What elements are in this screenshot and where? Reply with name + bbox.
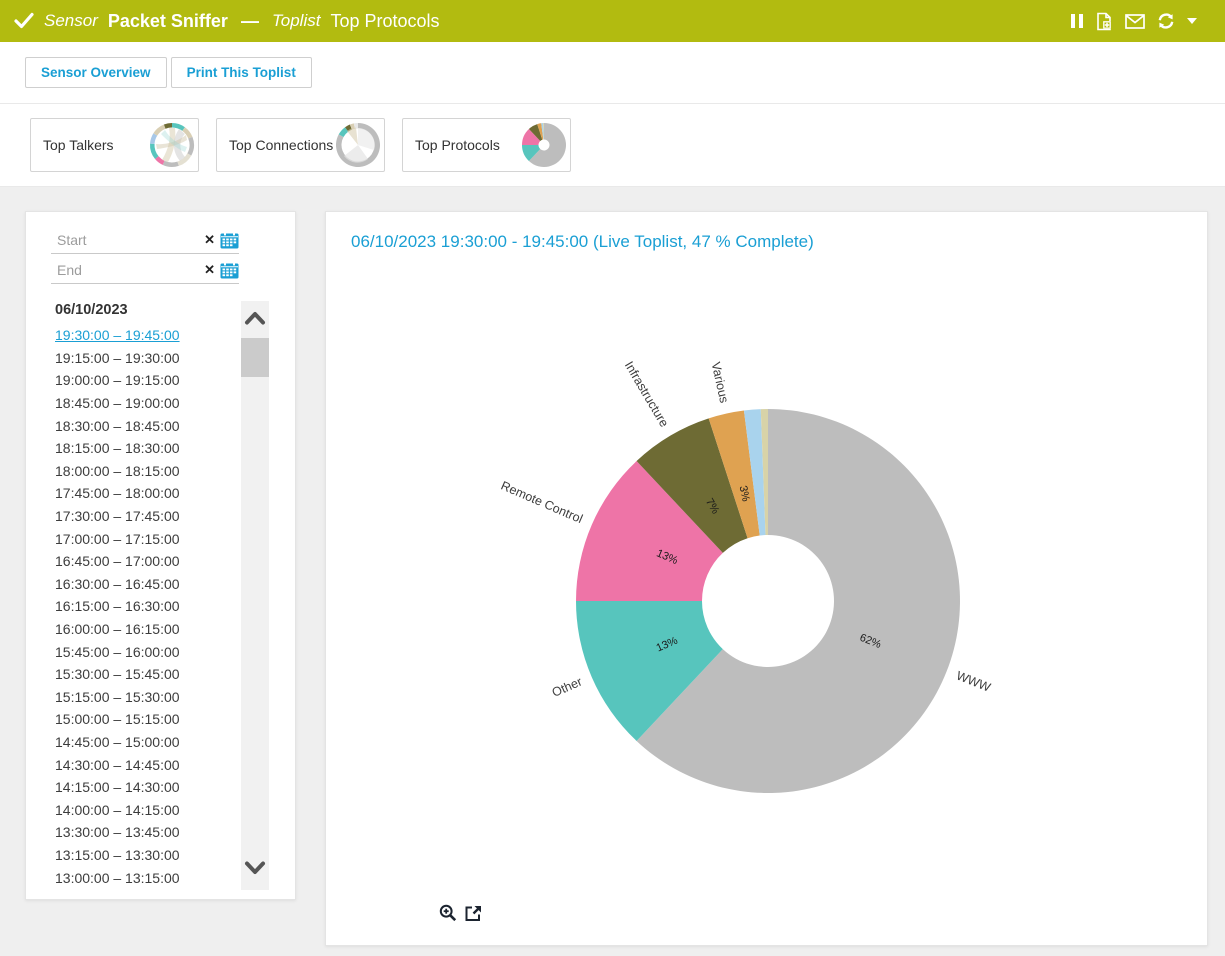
tab-label: Top Protocols <box>415 137 500 153</box>
interval-item[interactable]: 15:15:00 – 15:30:00 <box>55 686 237 709</box>
segment-name-label: Remote Control <box>499 479 585 527</box>
refresh-icon[interactable] <box>1156 12 1176 30</box>
title-separator: — <box>241 11 259 32</box>
interval-item[interactable]: 17:45:00 – 18:00:00 <box>55 482 237 505</box>
chart-footer-toolbar <box>439 904 482 922</box>
interval-item[interactable]: 18:45:00 – 19:00:00 <box>55 392 237 415</box>
clear-end-icon[interactable]: ✕ <box>204 263 215 276</box>
interval-item[interactable]: 19:30:00 – 19:45:00 <box>55 324 237 347</box>
interval-item[interactable]: 18:00:00 – 18:15:00 <box>55 460 237 483</box>
zoom-in-icon[interactable] <box>439 904 457 922</box>
end-calendar-icon[interactable] <box>220 262 239 279</box>
interval-item[interactable]: 19:00:00 – 19:15:00 <box>55 369 237 392</box>
start-date-input[interactable] <box>51 232 204 248</box>
sensor-overview-button[interactable]: Sensor Overview <box>25 57 167 88</box>
page-title: Top Protocols <box>330 11 439 32</box>
interval-filter-panel: ✕ ✕ <box>25 211 296 900</box>
toplist-tabs: Top Talkers Top Connections Top Protocol… <box>30 118 571 172</box>
interval-item[interactable]: 17:00:00 – 17:15:00 <box>55 527 237 550</box>
tab-top-connections[interactable]: Top Connections <box>216 118 385 172</box>
interval-item[interactable]: 14:45:00 – 15:00:00 <box>55 731 237 754</box>
toplist-chart-panel: 06/10/2023 19:30:00 - 19:45:00 (Live Top… <box>325 211 1208 946</box>
end-date-input[interactable] <box>51 262 204 278</box>
scroll-up-icon[interactable] <box>243 310 267 331</box>
protocols-donut-icon <box>521 122 567 168</box>
end-date-field: ✕ <box>51 257 239 284</box>
toolbar: Sensor Overview Print This Toplist <box>25 57 312 88</box>
header-actions <box>1071 12 1211 31</box>
tab-top-protocols[interactable]: Top Protocols <box>402 118 571 172</box>
open-external-icon[interactable] <box>465 905 482 922</box>
tab-top-talkers[interactable]: Top Talkers <box>30 118 199 172</box>
tab-label: Top Connections <box>229 137 333 153</box>
interval-item[interactable]: 14:30:00 – 14:45:00 <box>55 753 237 776</box>
chord-diagram-icon <box>149 122 195 168</box>
sensor-name: Packet Sniffer <box>108 11 228 32</box>
email-icon[interactable] <box>1125 14 1145 29</box>
report-export-icon[interactable] <box>1095 12 1114 31</box>
segment-name-label: WWW <box>954 669 992 695</box>
interval-item[interactable]: 13:15:00 – 13:30:00 <box>55 844 237 867</box>
interval-item[interactable]: 13:30:00 – 13:45:00 <box>55 821 237 844</box>
interval-item[interactable]: 16:00:00 – 16:15:00 <box>55 618 237 641</box>
interval-item[interactable]: 14:00:00 – 14:15:00 <box>55 798 237 821</box>
start-date-field: ✕ <box>51 227 239 254</box>
divider <box>0 103 1225 104</box>
segment-name-label: Infrastructure <box>622 359 672 430</box>
interval-item[interactable]: 18:15:00 – 18:30:00 <box>55 437 237 460</box>
pause-icon[interactable] <box>1071 13 1084 29</box>
clear-start-icon[interactable]: ✕ <box>204 233 215 246</box>
interval-item[interactable]: 16:45:00 – 17:00:00 <box>55 550 237 573</box>
tab-label: Top Talkers <box>43 137 114 153</box>
object-kind-label: Sensor <box>44 11 98 31</box>
start-calendar-icon[interactable] <box>220 232 239 249</box>
page: Sensor Packet Sniffer — Toplist Top Prot… <box>0 0 1225 956</box>
interval-item[interactable]: 17:30:00 – 17:45:00 <box>55 505 237 528</box>
thumbnail-decoration <box>347 128 358 146</box>
donut-segment-unlabeled <box>163 161 179 167</box>
interval-item[interactable]: 16:15:00 – 16:30:00 <box>55 595 237 618</box>
interval-item[interactable]: 13:00:00 – 13:15:00 <box>55 866 237 889</box>
interval-item[interactable]: 15:45:00 – 16:00:00 <box>55 640 237 663</box>
interval-item[interactable]: 15:00:00 – 15:15:00 <box>55 708 237 731</box>
top-bar: Sensor Packet Sniffer — Toplist Top Prot… <box>0 0 1225 42</box>
interval-item[interactable]: 18:30:00 – 18:45:00 <box>55 414 237 437</box>
section-label: Toplist <box>272 11 321 31</box>
interval-item[interactable]: 16:30:00 – 16:45:00 <box>55 573 237 596</box>
scroll-down-icon[interactable] <box>243 860 267 881</box>
interval-item[interactable]: 19:15:00 – 19:30:00 <box>55 347 237 370</box>
interval-item[interactable]: 14:15:00 – 14:30:00 <box>55 776 237 799</box>
interval-list: 19:30:00 – 19:45:0019:15:00 – 19:30:0019… <box>55 324 237 889</box>
scrollbar-thumb[interactable] <box>241 338 269 377</box>
top-protocols-donut-chart: 62%WWW13%Other13%Remote Control7%Infrast… <box>326 212 1209 947</box>
interval-scrollbar[interactable] <box>241 301 269 890</box>
interval-item[interactable]: 15:30:00 – 15:45:00 <box>55 663 237 686</box>
print-toplist-button[interactable]: Print This Toplist <box>171 57 312 88</box>
connections-ring-icon <box>335 122 381 168</box>
segment-name-label: Other <box>550 675 584 700</box>
donut-segment-unlabeled <box>187 137 194 156</box>
refresh-menu-caret-icon[interactable] <box>1187 18 1197 24</box>
segment-name-label: Various <box>709 361 732 405</box>
status-ok-check-icon <box>14 12 34 30</box>
interval-date-header: 06/10/2023 <box>55 302 128 318</box>
